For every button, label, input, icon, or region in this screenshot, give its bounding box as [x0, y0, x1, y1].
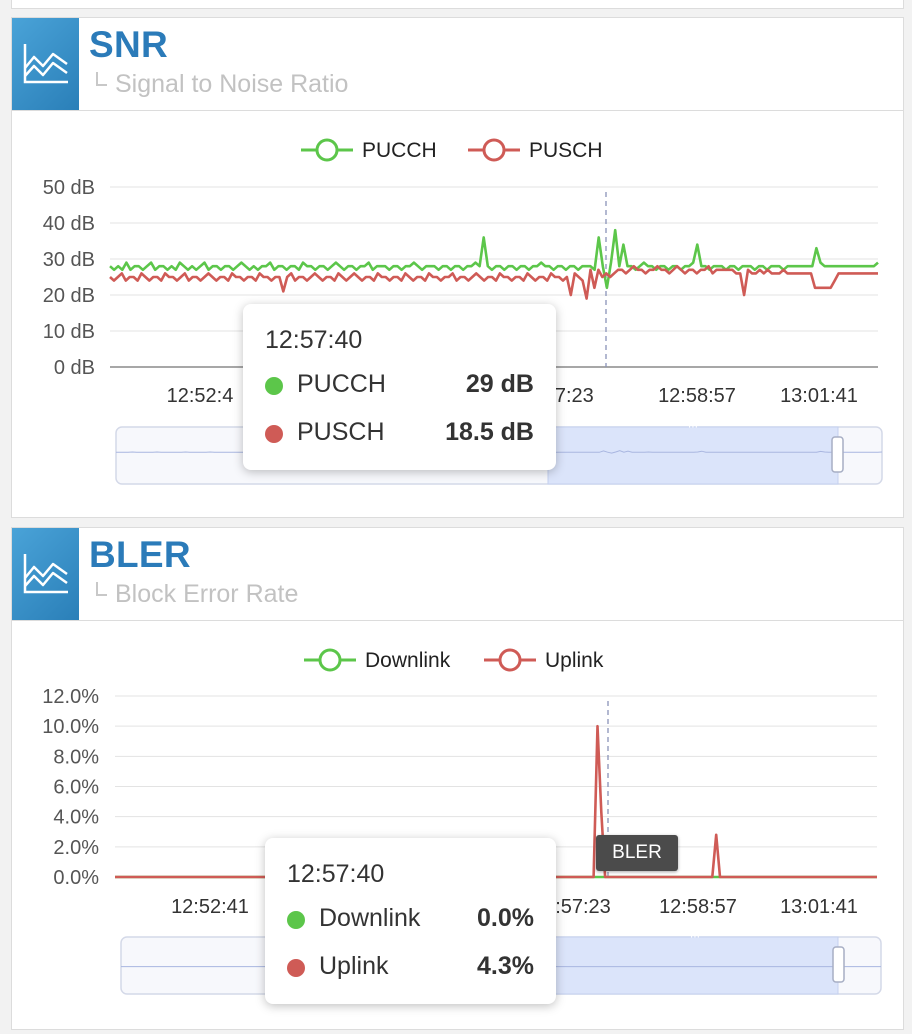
- navigator-selection: [551, 936, 839, 995]
- legend-marker-icon: [498, 648, 522, 672]
- x-tick-label: 12:58:57: [659, 896, 737, 918]
- legend-dot-icon: [287, 959, 305, 977]
- legend-dot-icon: [287, 911, 305, 929]
- x-tick-label: 12:52:41: [171, 896, 249, 918]
- tooltip-series-name: PUCCH: [297, 370, 386, 398]
- tooltip-series-value: 4.3%: [477, 952, 534, 980]
- x-tick-label: 13:01:41: [780, 896, 858, 918]
- bler-tooltip: 12:57:40 Downlink 0.0% Uplink 4.3%: [265, 838, 556, 1004]
- legend-item-downlink[interactable]: Downlink: [304, 648, 451, 672]
- tooltip-row-pusch: PUSCH 18.5 dB: [265, 418, 534, 452]
- y-tick-label: 10.0%: [42, 716, 99, 738]
- legend-marker-icon: [318, 648, 342, 672]
- legend-dot-icon: [265, 425, 283, 443]
- y-tick-label: 4.0%: [53, 807, 99, 829]
- tooltip-row-uplink: Uplink 4.3%: [287, 952, 534, 986]
- tooltip-row-pucch: PUCCH 29 dB: [265, 370, 534, 404]
- bler-hover-badge: BLER: [596, 835, 678, 871]
- snr-tooltip: 12:57:40 PUCCH 29 dB PUSCH 18.5 dB: [243, 304, 556, 470]
- navigator-handle: [832, 946, 845, 983]
- y-tick-label: 8.0%: [53, 746, 99, 768]
- tooltip-row-downlink: Downlink 0.0%: [287, 904, 534, 938]
- legend-dot-icon: [265, 377, 283, 395]
- y-tick-label: 0.0%: [53, 867, 99, 889]
- tooltip-series-value: 18.5 dB: [445, 418, 534, 446]
- tooltip-series-value: 29 dB: [465, 370, 534, 398]
- y-tick-label: 12.0%: [42, 686, 99, 708]
- legend-label: Uplink: [545, 649, 604, 672]
- tooltip-series-name: Uplink: [319, 952, 389, 980]
- legend-item-uplink[interactable]: Uplink: [484, 648, 604, 672]
- y-tick-label: 6.0%: [53, 777, 99, 799]
- tooltip-series-name: PUSCH: [297, 418, 385, 446]
- tooltip-time: 12:57:40: [287, 860, 385, 888]
- legend-label: Downlink: [365, 649, 451, 672]
- x-tick-label: :57:23: [555, 896, 611, 918]
- navigator-grip-icon: |||: [690, 923, 700, 938]
- tooltip-series-value: 0.0%: [477, 904, 534, 932]
- tooltip-time: 12:57:40: [265, 326, 363, 354]
- tooltip-series-name: Downlink: [319, 904, 421, 932]
- y-tick-label: 2.0%: [53, 837, 99, 859]
